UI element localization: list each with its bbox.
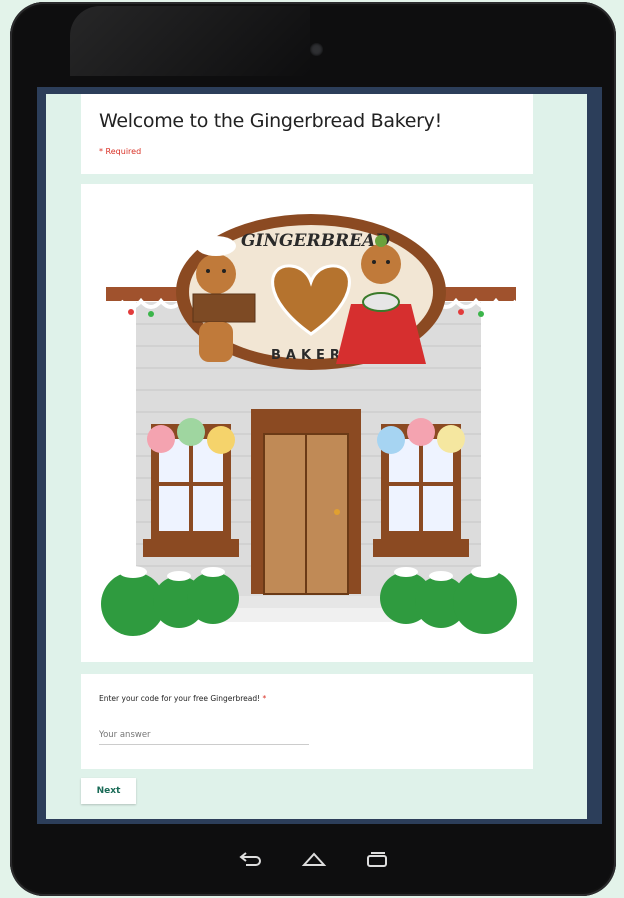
camera-icon — [310, 43, 323, 56]
required-note: * Required — [99, 147, 142, 156]
question-text: Enter your code for your free Gingerbrea… — [99, 694, 261, 703]
android-nav-bar — [10, 824, 616, 896]
home-icon[interactable] — [301, 850, 327, 870]
tablet-frame: Welcome to the Gingerbread Bakery! * Req… — [10, 2, 616, 896]
answer-input[interactable] — [99, 726, 309, 745]
tablet-screen: Welcome to the Gingerbread Bakery! * Req… — [37, 87, 602, 824]
left-bushes — [101, 572, 239, 636]
required-star: * — [262, 694, 267, 703]
bakery-image-card: GINGERBREAD BAKERY — [81, 184, 533, 662]
next-button[interactable]: Next — [81, 778, 136, 804]
question-card: Enter your code for your free Gingerbrea… — [81, 674, 533, 769]
step-top — [229, 596, 384, 608]
recents-icon[interactable] — [364, 850, 390, 870]
bakery-illustration: GINGERBREAD BAKERY — [101, 214, 518, 636]
step-bottom — [211, 608, 401, 622]
form-page: Welcome to the Gingerbread Bakery! * Req… — [46, 94, 587, 819]
tablet-reflection — [70, 6, 310, 76]
question-label: Enter your code for your free Gingerbrea… — [99, 694, 266, 703]
back-icon[interactable] — [238, 850, 264, 870]
form-title: Welcome to the Gingerbread Bakery! — [99, 110, 442, 132]
sign-top-text: GINGERBREAD — [241, 231, 390, 251]
form-header-card: Welcome to the Gingerbread Bakery! * Req… — [81, 94, 533, 174]
left-window — [143, 418, 239, 557]
right-window — [373, 418, 469, 557]
